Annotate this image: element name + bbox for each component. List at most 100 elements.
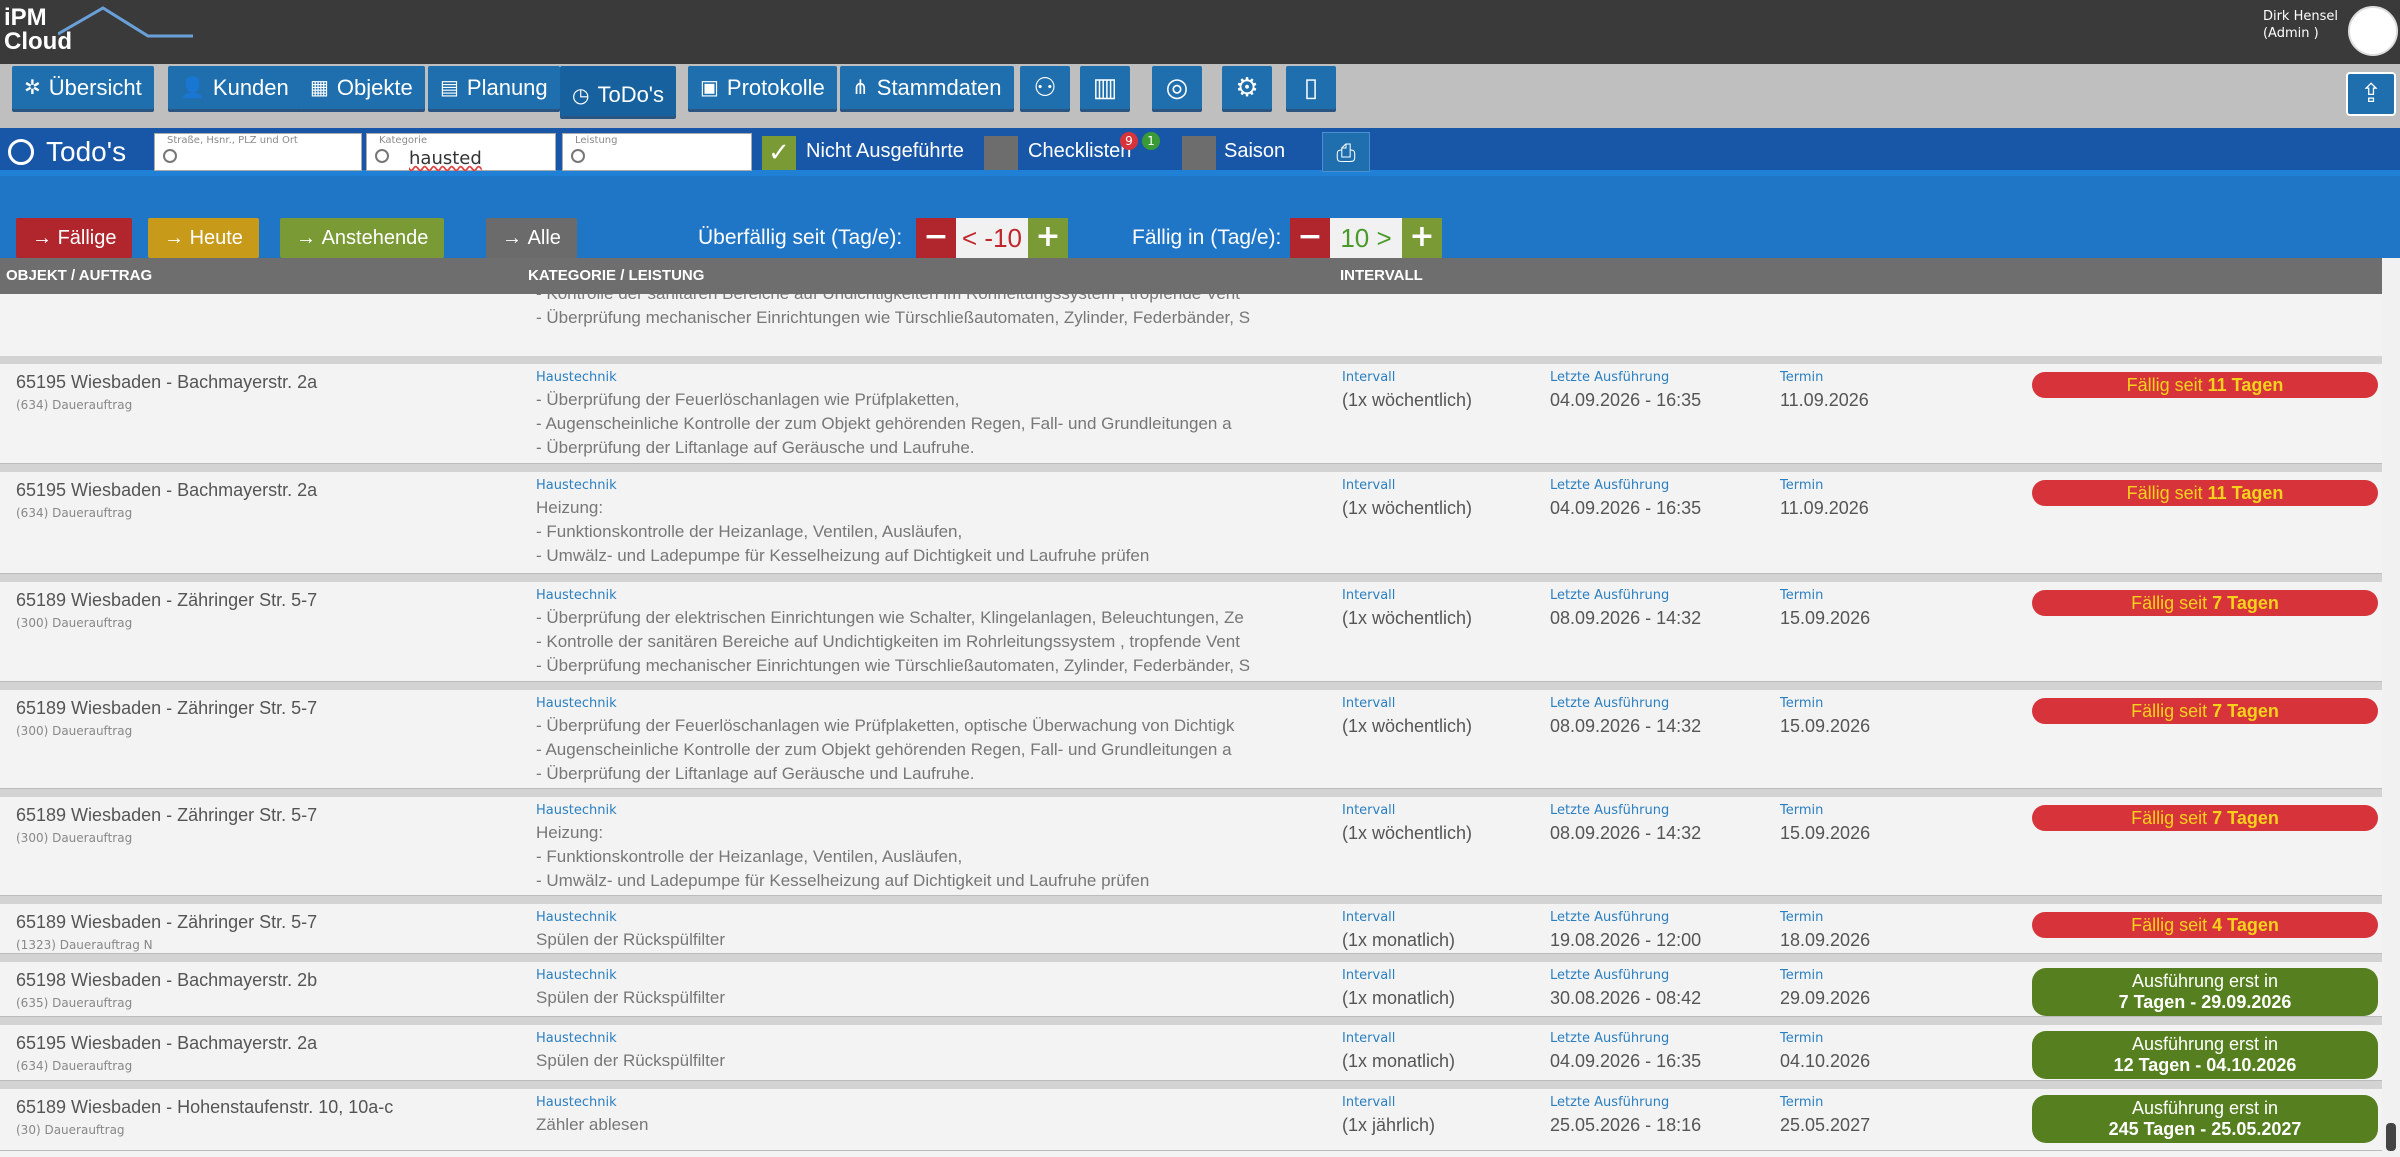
tab-protokolle[interactable]: ▣ Protokolle xyxy=(688,66,837,109)
season-checkbox[interactable] xyxy=(1182,136,1216,170)
gears-icon[interactable]: ⚙ xyxy=(1222,66,1272,109)
status-days: 11 Tagen xyxy=(2207,375,2284,395)
last-label: Letzte Ausführung xyxy=(1550,370,1670,385)
planning-icon: ▤ xyxy=(440,77,459,99)
category-label: Haustechnik xyxy=(536,1095,617,1110)
panel-toggle-icon[interactable]: ⇪ xyxy=(2346,72,2396,116)
status-days: 11 Tagen xyxy=(2207,483,2284,503)
table-row[interactable]: 65189 Wiesbaden - Hohenstaufenstr. 10, 1… xyxy=(0,1081,2382,1151)
status-days: 7 Tagen xyxy=(2212,701,2279,721)
status-days: 7 Tagen xyxy=(2212,593,2279,613)
mobile-icon[interactable]: ▯ xyxy=(1286,66,1336,109)
house-roof-logo-icon xyxy=(58,6,193,38)
clock-icon xyxy=(8,139,34,165)
object-name: 65189 Wiesbaden - Zähringer Str. 5-7 xyxy=(16,912,318,932)
table-row[interactable]: 65189 Wiesbaden - Zähringer Str. 5-7 (300… xyxy=(0,574,2382,682)
top-bar: iPM Cloud Dirk Hensel (Admin ) xyxy=(0,0,2400,64)
coins-icon[interactable]: ◎ xyxy=(1152,66,1202,109)
filter-upcoming-button[interactable]: → Anstehende xyxy=(280,218,445,258)
tab-uebersicht[interactable]: ✲ Übersicht xyxy=(12,66,154,109)
overdue-value[interactable]: < -10 xyxy=(956,218,1028,258)
arrow-right-icon: → xyxy=(32,226,58,249)
tab-todos[interactable]: ◷ ToDo's xyxy=(560,66,677,116)
service-description: Heizung: - Funktionskontrolle der Heizan… xyxy=(536,498,1150,565)
status-badge: Ausführung erst in 7 Tagen - 29.09.2026 xyxy=(2032,968,2378,1016)
checklists-checkbox[interactable] xyxy=(984,136,1018,170)
not-executed-checkbox[interactable]: ✓ xyxy=(762,136,796,170)
object-name: 65195 Wiesbaden - Bachmayerstr. 2a xyxy=(16,372,318,392)
filter-today-button[interactable]: → Heute xyxy=(148,218,259,258)
scroll-thumb[interactable] xyxy=(2386,1123,2396,1151)
category-label: Haustechnik xyxy=(536,910,617,925)
buildings-icon[interactable]: ▥ xyxy=(1080,66,1130,109)
order-number: (300) Dauerauftrag xyxy=(16,724,133,738)
interval-value: (1x wöchentlich) xyxy=(1342,608,1473,628)
table-row[interactable]: 65189 Wiesbaden - Zähringer Str. 5-7 (132… xyxy=(0,896,2382,954)
status-text: Fällig seit xyxy=(2131,593,2213,613)
minus-icon[interactable]: − xyxy=(916,218,956,258)
plus-icon[interactable]: + xyxy=(1402,218,1442,258)
user-info[interactable]: Dirk Hensel (Admin ) xyxy=(2263,8,2338,42)
header-interval[interactable]: INTERVALL xyxy=(1340,267,1423,284)
interval-label: Intervall xyxy=(1342,478,1396,493)
last-value: 30.08.2026 - 08:42 xyxy=(1550,988,1702,1008)
tab-planung[interactable]: ▤ Planung xyxy=(428,66,560,109)
category-label: Haustechnik xyxy=(536,968,617,983)
building-icon: ▦ xyxy=(310,77,329,99)
service-description: Zähler ablesen xyxy=(536,1115,649,1134)
group-icon[interactable]: ⚇ xyxy=(1020,66,1070,109)
status-date: 7 Tagen - 29.09.2026 xyxy=(2118,992,2292,1012)
tab-objekte[interactable]: ▦ Objekte xyxy=(298,66,425,109)
protocol-icon: ▣ xyxy=(700,77,719,99)
network-icon: ✲ xyxy=(24,77,41,99)
header-object[interactable]: OBJEKT / AUFTRAG xyxy=(6,267,152,284)
table-row[interactable]: 65189 Wiesbaden - Zähringer Str. 5-7 (300… xyxy=(0,682,2382,789)
filter-all-button[interactable]: → Alle xyxy=(486,218,577,258)
due-in-stepper: − 10 > + xyxy=(1290,218,1442,258)
last-label: Letzte Ausführung xyxy=(1550,968,1670,983)
service-description: - Überprüfung der elektrischen Einrichtu… xyxy=(536,294,1251,327)
service-description: Spülen der Rückspülfilter xyxy=(536,988,725,1007)
table-row[interactable]: 65195 Wiesbaden - Bachmayerstr. 2a (634) … xyxy=(0,356,2382,464)
scrollbar[interactable] xyxy=(2382,258,2400,1157)
term-value: 15.09.2026 xyxy=(1780,608,1871,628)
order-number: (30) Dauerauftrag xyxy=(16,1123,125,1137)
checklists-badge-red: 9 xyxy=(1120,132,1138,150)
term-value: 11.09.2026 xyxy=(1780,498,1869,518)
filter-due-button[interactable]: → Fällige xyxy=(16,218,133,258)
ipm-cloud-logo[interactable]: iPM Cloud xyxy=(4,6,193,54)
tab-kunden[interactable]: 👤 Kunden xyxy=(168,66,301,109)
term-value: 04.10.2026 xyxy=(1780,1051,1871,1071)
search-street-input[interactable]: Straße, Hsnr., PLZ und Ort xyxy=(154,133,362,171)
status-badge: Fällig seit 7 Tagen xyxy=(2032,698,2378,724)
plus-icon[interactable]: + xyxy=(1028,218,1068,258)
term-label: Termin xyxy=(1780,968,1824,983)
object-name: 65189 Wiesbaden - Zähringer Str. 5-7 xyxy=(16,805,318,825)
category-label: Haustechnik xyxy=(536,370,617,385)
header-category[interactable]: KATEGORIE / LEISTUNG xyxy=(528,267,704,284)
tab-stammdaten[interactable]: ⋔ Stammdaten xyxy=(840,66,1014,109)
minus-icon[interactable]: − xyxy=(1290,218,1330,258)
table-row[interactable]: 65195 Wiesbaden - Bachmayerstr. 2a (634) … xyxy=(0,1017,2382,1081)
last-label: Letzte Ausführung xyxy=(1550,588,1670,603)
category-input[interactable]: Kategorie hausted xyxy=(366,133,556,171)
order-number: (635) Dauerauftrag xyxy=(16,996,133,1010)
status-text: Ausführung erst in xyxy=(2131,1034,2279,1054)
table-row[interactable]: 65189 Wiesbaden - Zähringer Str. 5-7 (300… xyxy=(0,789,2382,896)
due-in-value[interactable]: 10 > xyxy=(1330,218,1402,258)
object-name: 65189 Wiesbaden - Zähringer Str. 5-7 xyxy=(16,698,318,718)
object-name: 65195 Wiesbaden - Bachmayerstr. 2a xyxy=(16,1033,318,1053)
checklists-badge-green: 1 xyxy=(1142,132,1160,150)
status-text: Ausführung erst in xyxy=(2131,1098,2279,1118)
leistung-input[interactable]: Leistung xyxy=(562,133,752,171)
overdue-stepper: − < -10 + xyxy=(916,218,1068,258)
term-label: Termin xyxy=(1780,696,1824,711)
print-icon[interactable]: ⎙ xyxy=(1322,132,1370,172)
last-value: 04.09.2026 - 16:35 xyxy=(1550,1051,1702,1071)
table-row[interactable]: 65195 Wiesbaden - Bachmayerstr. 2a (634) … xyxy=(0,464,2382,574)
table-row[interactable]: 65198 Wiesbaden - Bachmayerstr. 2b (635) … xyxy=(0,954,2382,1017)
term-label: Termin xyxy=(1780,910,1824,925)
order-number: (634) Dauerauftrag xyxy=(16,506,133,520)
search-icon xyxy=(571,149,585,163)
avatar[interactable] xyxy=(2348,6,2398,56)
